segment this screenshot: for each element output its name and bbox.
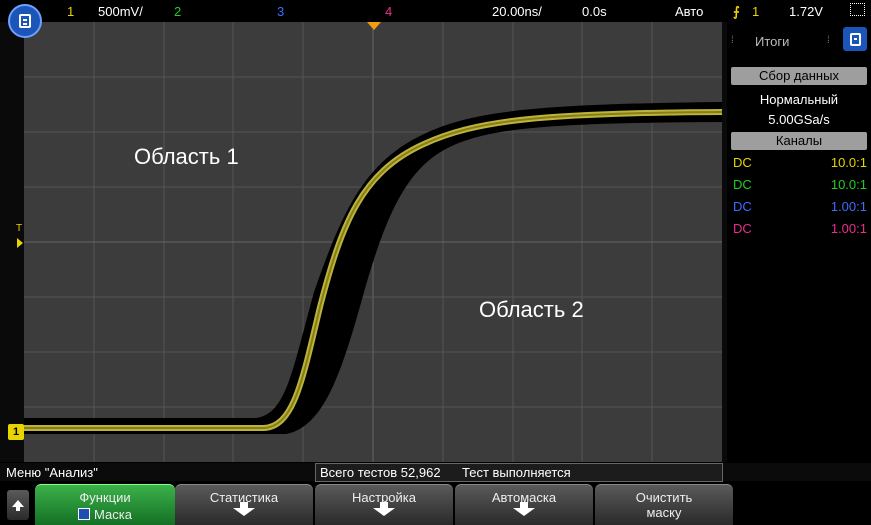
mask-test-status: Всего тестов 52,962 Тест выполняется — [315, 463, 723, 482]
menu-title: Меню "Анализ" — [6, 465, 98, 480]
test-state: Тест выполняется — [462, 465, 571, 480]
channel-row-4: DC 1.00:1 — [733, 221, 867, 239]
ch1-label[interactable]: 1 — [67, 4, 74, 19]
clear-mask-label-1: Очистить — [635, 490, 693, 505]
acquisition-mode: Нормальный — [759, 92, 839, 107]
checkbox-icon — [78, 508, 91, 520]
arrow-down-icon — [233, 502, 255, 516]
total-tests: Всего тестов 52,962 — [320, 465, 441, 480]
acquisition-header: Сбор данных — [731, 67, 867, 85]
channel-row-1: DC 10.0:1 — [733, 155, 867, 173]
screen-layout-icon[interactable] — [850, 3, 865, 16]
trigger-level-marker[interactable] — [17, 238, 23, 248]
ch4-label[interactable]: 4 — [385, 4, 392, 19]
ch2-probe: 10.0:1 — [830, 177, 867, 192]
mask-region-2-label: Область 2 — [479, 297, 584, 322]
delay-value[interactable]: 0.0s — [582, 4, 607, 19]
channels-header: Каналы — [731, 132, 867, 150]
clear-mask-label-2: маску — [646, 505, 682, 520]
trigger-level[interactable]: 1.72V — [789, 4, 823, 19]
clear-mask-softkey[interactable]: Очистить маску — [595, 484, 733, 525]
side-info-panel: ⁞ Итоги ⁞ Сбор данных Нормальный 5.00GSa… — [727, 22, 871, 462]
setup-softkey[interactable]: Настройка — [315, 484, 453, 525]
channel-row-2: DC 10.0:1 — [733, 177, 867, 195]
ch1-scale[interactable]: 500mV/ — [98, 4, 143, 19]
waveform-canvas — [24, 22, 722, 462]
arrow-up-icon — [12, 499, 24, 511]
channel-row-3: DC 1.00:1 — [733, 199, 867, 217]
ch2-label[interactable]: 2 — [174, 4, 181, 19]
functions-value: Маска — [35, 507, 175, 522]
arrow-down-icon — [373, 502, 395, 516]
ch3-probe: 1.00:1 — [830, 199, 867, 214]
mask-region-1-label: Область 1 — [134, 144, 239, 169]
mask-label: Маска — [94, 507, 132, 522]
top-status-bar: 1 500mV/ 2 3 4 20.00ns/ 0.0s Авто ⨍ 1 1.… — [0, 0, 871, 22]
statistics-softkey[interactable]: Статистика — [175, 484, 313, 525]
drag-handle-icon[interactable]: ⁞ — [827, 35, 831, 46]
ch1-ground-marker[interactable]: 1 — [8, 424, 24, 440]
tab-summary[interactable]: Итоги — [755, 34, 789, 49]
ch2-coupling: DC — [733, 177, 752, 192]
automask-softkey[interactable]: Автомаска — [455, 484, 593, 525]
time-scale[interactable]: 20.00ns/ — [492, 4, 542, 19]
drag-handle-icon[interactable]: ⁞ — [731, 35, 735, 46]
main-menu-button[interactable] — [8, 4, 42, 38]
trigger-channel[interactable]: 1 — [752, 4, 759, 19]
waveform-display[interactable]: Область 1 Область 2 — [24, 22, 722, 462]
sample-rate: 5.00GSa/s — [768, 112, 830, 127]
ch3-label[interactable]: 3 — [277, 4, 284, 19]
ch3-coupling: DC — [733, 199, 752, 214]
ch1-coupling: DC — [733, 155, 752, 170]
arrow-down-icon — [513, 502, 535, 516]
functions-label: Функции — [79, 490, 131, 505]
panel-menu-button[interactable] — [843, 27, 867, 51]
trigger-position-marker[interactable] — [367, 22, 381, 30]
side-panel-tabs: ⁞ Итоги ⁞ — [727, 22, 871, 58]
functions-softkey[interactable]: Функции Маска — [35, 484, 175, 525]
back-button[interactable] — [7, 490, 29, 520]
menu-icon — [849, 32, 861, 46]
trigger-mode[interactable]: Авто — [675, 4, 703, 19]
ch4-coupling: DC — [733, 221, 752, 236]
ch1-probe: 10.0:1 — [830, 155, 867, 170]
ch4-probe: 1.00:1 — [830, 221, 867, 236]
trigger-level-T-icon: T — [16, 223, 23, 234]
trigger-edge-icon: ⨍ — [733, 4, 740, 19]
menu-icon — [19, 14, 31, 28]
